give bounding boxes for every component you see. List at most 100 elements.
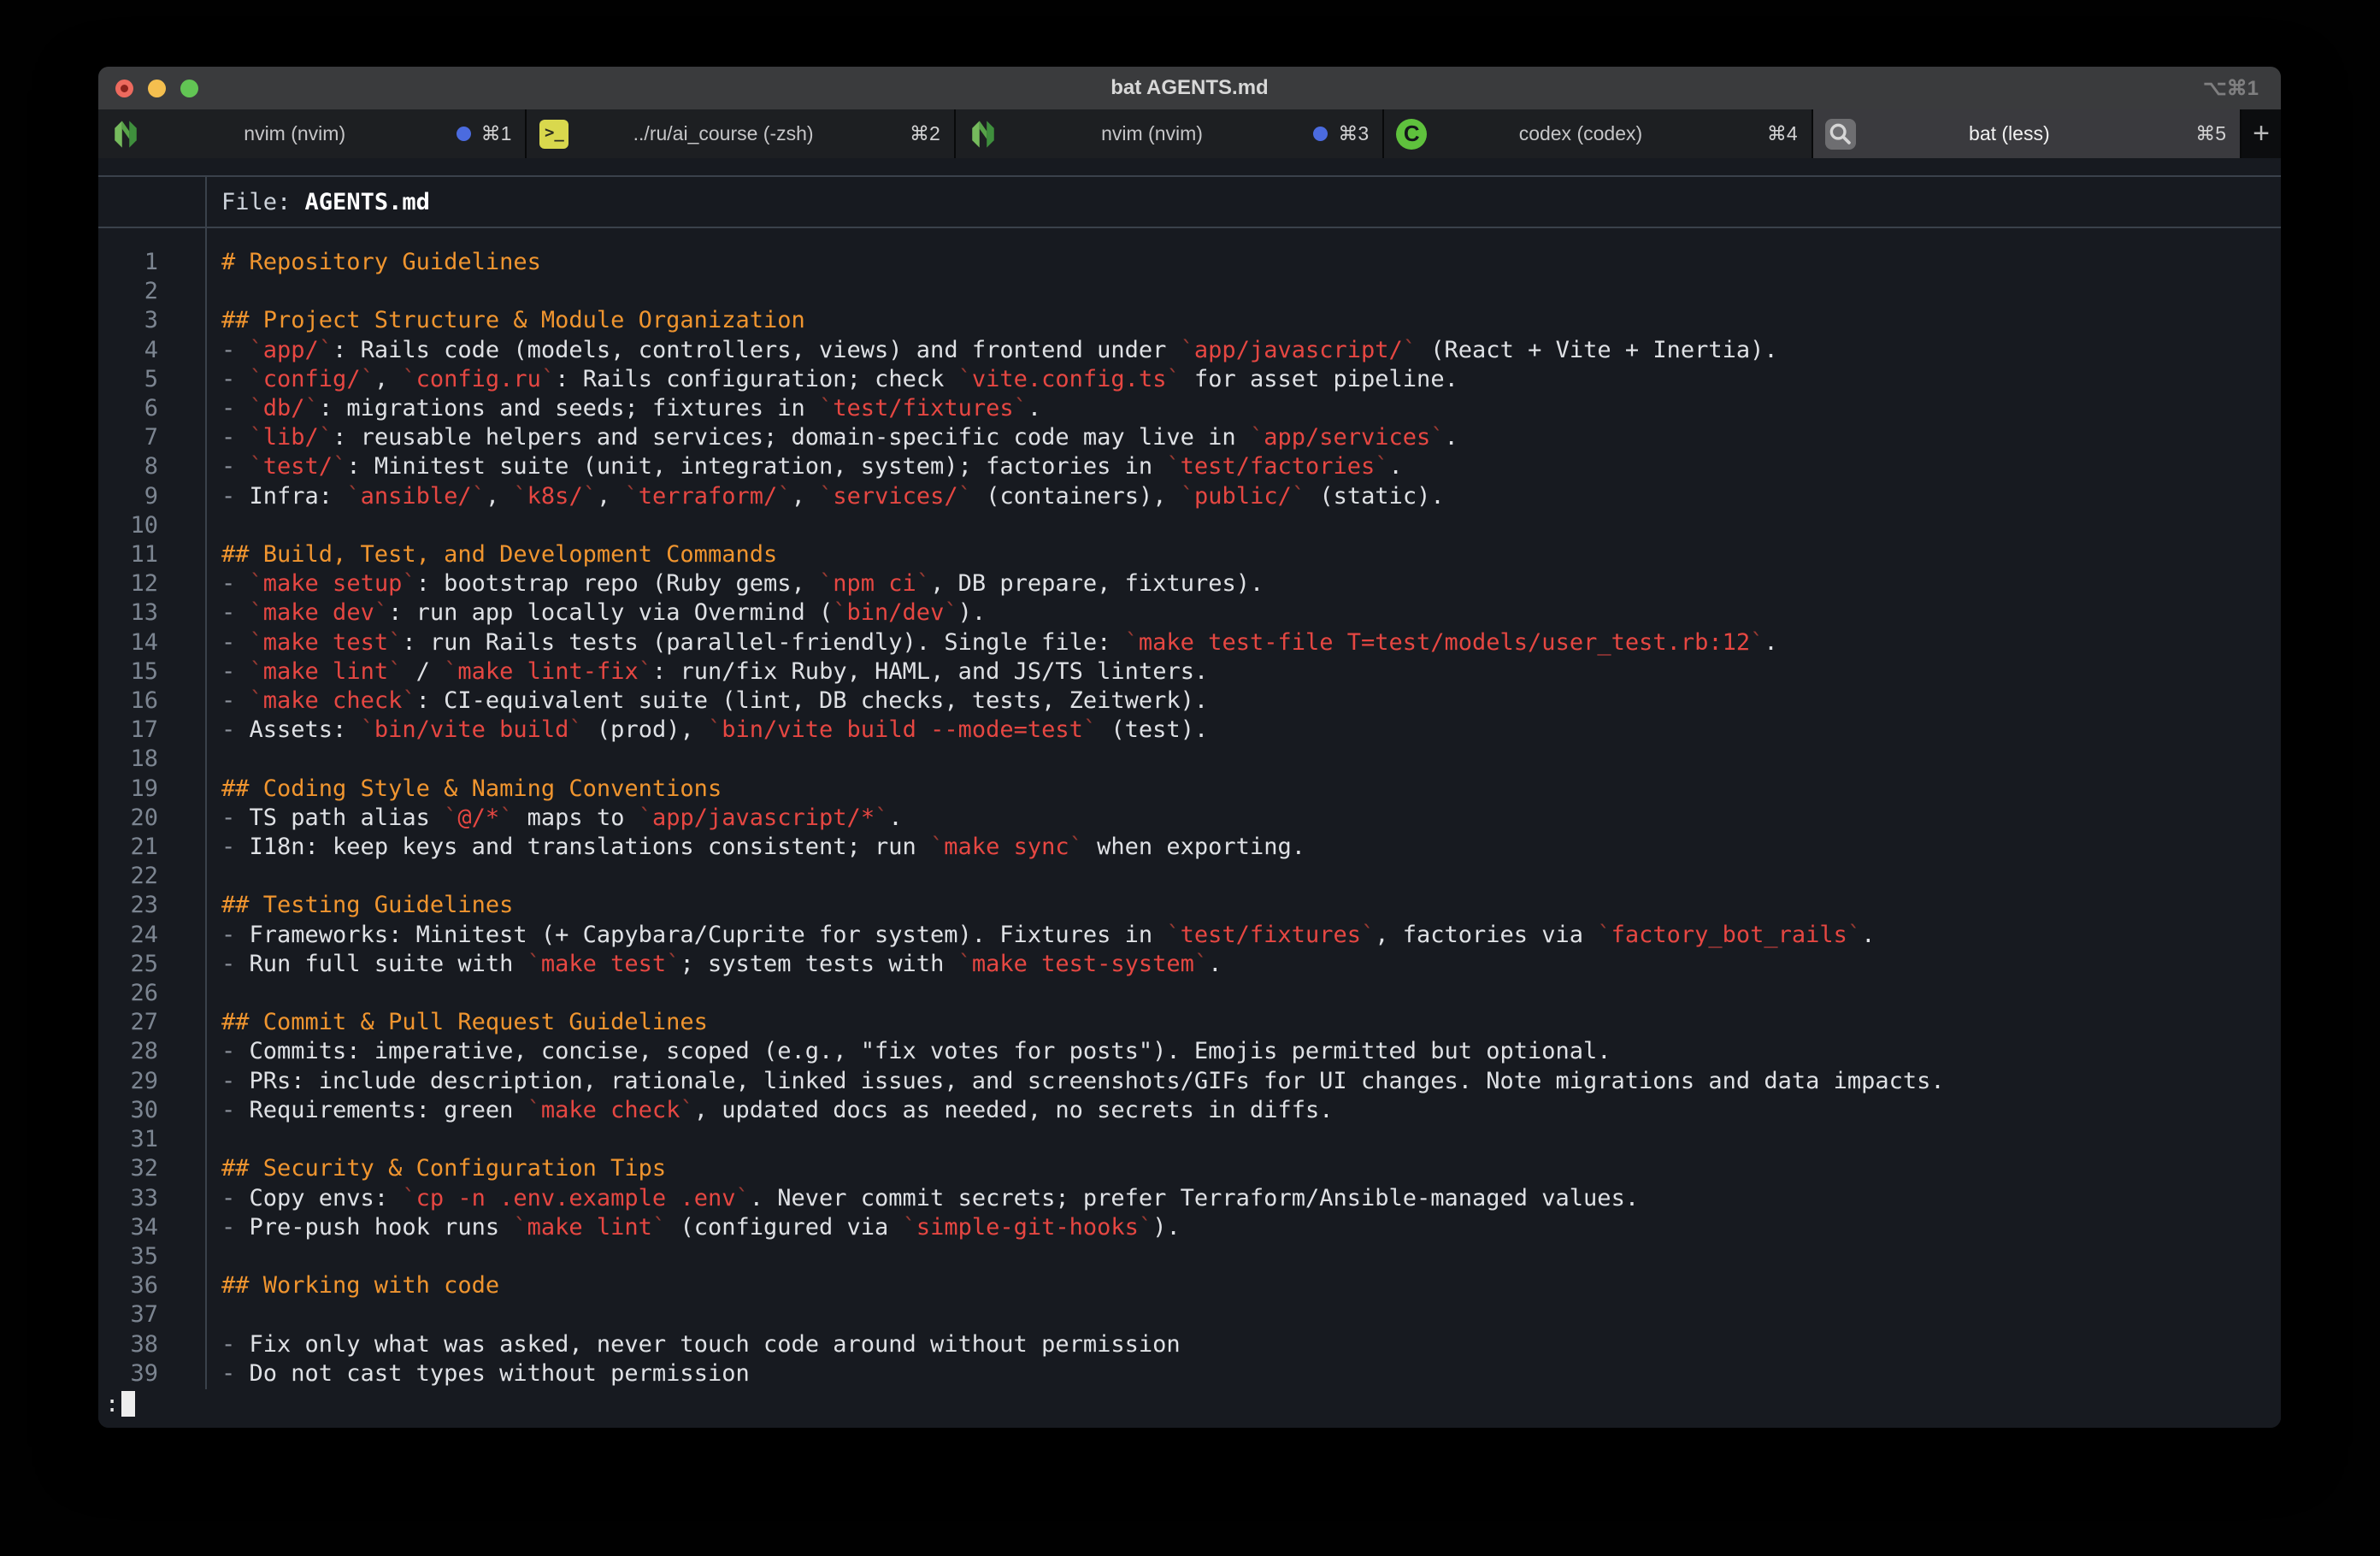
- line-number: 16: [98, 687, 158, 716]
- line-number: 33: [98, 1184, 158, 1213]
- text-cursor: [121, 1391, 135, 1417]
- close-button[interactable]: [115, 80, 133, 97]
- line-number: 19: [98, 775, 158, 804]
- line-number: 6: [98, 394, 158, 423]
- code-lines: 1 # Repository Guidelines 23 ## Project Str…: [98, 248, 2281, 1388]
- line-number: 5: [98, 365, 158, 394]
- terminal-icon: >_: [539, 119, 569, 150]
- tab-ru-ai-course-zsh[interactable]: >_../ru/ai_course (-zsh)⌘2: [527, 109, 955, 158]
- new-tab-button[interactable]: +: [2242, 109, 2281, 158]
- line-number: 12: [98, 569, 158, 598]
- code-line: 27## Commit & Pull Request Guidelines: [98, 1008, 2281, 1037]
- pager-prompt[interactable]: :: [105, 1389, 135, 1418]
- line-number: 28: [98, 1037, 158, 1066]
- line-text: - config/, config.ru: Rails configuratio…: [221, 365, 1458, 394]
- line-number: 4: [98, 336, 158, 365]
- line-number: 34: [98, 1213, 158, 1242]
- line-number: 18: [98, 745, 158, 774]
- line-number: 36: [98, 1271, 158, 1300]
- traffic-lights: [98, 80, 198, 97]
- window-shortcut-hint: ⌥⌘1: [2203, 76, 2259, 101]
- line-text: - make lint / make lint-fix: run/fix Rub…: [221, 657, 1208, 687]
- line-text: ## Security & Configuration Tips: [221, 1154, 666, 1183]
- title-bar[interactable]: bat AGENTS.md ⌥⌘1: [98, 67, 2281, 109]
- line-number: 31: [98, 1125, 158, 1154]
- line-text: - Run full suite with make test; system …: [221, 950, 1222, 979]
- code-line: 18: [98, 745, 2281, 774]
- code-line: 36 ## Working with code: [98, 1271, 2281, 1300]
- tab-shortcut: ⌘3: [1338, 122, 1369, 145]
- line-text: - Pre-push hook runs make lint (configur…: [221, 1213, 1181, 1242]
- tab-title: bat (less): [1865, 122, 2154, 145]
- line-number: 9: [98, 482, 158, 511]
- tab-title: nvim (nvim): [1007, 122, 1297, 145]
- line-text: # Repository Guidelines: [221, 248, 541, 277]
- line-number: 2: [98, 277, 158, 306]
- tab-title: codex (codex): [1435, 122, 1725, 145]
- tab-title: ../ru/ai_course (-zsh): [578, 122, 868, 145]
- activity-indicator-dot: [1313, 127, 1328, 141]
- line-text: - Fix only what was asked, never touch c…: [221, 1330, 1181, 1359]
- code-line: 25- Run full suite with make test; syste…: [98, 950, 2281, 979]
- line-number: 39: [98, 1359, 158, 1388]
- line-text: - Requirements: green make check, update…: [221, 1096, 1333, 1125]
- line-text: - db/: migrations and seeds; fixtures in…: [221, 394, 1041, 423]
- line-text: - Infra: ansible/, k8s/, terraform/, ser…: [221, 482, 1445, 511]
- line-number: 11: [98, 540, 158, 569]
- code-line: 35: [98, 1242, 2281, 1271]
- code-line: 15 - make lint / make lint-fix: run/fix R…: [98, 657, 2281, 687]
- line-text: - app/: Rails code (models, controllers,…: [221, 336, 1778, 365]
- line-number: 13: [98, 598, 158, 628]
- line-number: 21: [98, 833, 158, 862]
- code-line: 14- make test: run Rails tests (parallel…: [98, 628, 2281, 657]
- code-line: 34 - Pre-push hook runs make lint (config…: [98, 1213, 2281, 1242]
- zoom-button[interactable]: [180, 80, 198, 97]
- tab-codex-codex[interactable]: Ccodex (codex) ⌘4: [1384, 109, 1812, 158]
- tab-nvim-nvim[interactable]: nvim (nvim)⌘1: [98, 109, 527, 158]
- code-line: 37: [98, 1300, 2281, 1329]
- minimize-button[interactable]: [148, 80, 166, 97]
- line-number: 1: [98, 248, 158, 277]
- code-line: 22: [98, 862, 2281, 891]
- code-line: 29- PRs: include description, rationale,…: [98, 1067, 2281, 1096]
- tab-shortcut: ⌘4: [1767, 122, 1798, 145]
- line-text: - Commits: imperative, concise, scoped (…: [221, 1037, 1611, 1066]
- tab-bar: nvim (nvim)⌘1>_../ru/ai_course (-zsh)⌘2n…: [98, 109, 2281, 158]
- code-line: 9 - Infra: ansible/, k8s/, terraform/, se…: [98, 482, 2281, 511]
- line-text: - Do not cast types without permission: [221, 1359, 750, 1388]
- code-line: 38- Fix only what was asked, never touch…: [98, 1330, 2281, 1359]
- code-line: 1 # Repository Guidelines: [98, 248, 2281, 277]
- code-line: 17- Assets: bin/vite build (prod), bin/v…: [98, 716, 2281, 745]
- line-number: 3: [98, 306, 158, 335]
- line-text: ## Working with code: [221, 1271, 499, 1300]
- search-icon: [1825, 119, 1856, 150]
- tab-bat-less[interactable]: bat (less)⌘5: [1813, 109, 2242, 158]
- code-line: 7- lib/: reusable helpers and services; …: [98, 423, 2281, 452]
- code-line: 11## Build, Test, and Development Comman…: [98, 540, 2281, 569]
- line-number: 7: [98, 423, 158, 452]
- codex-icon: C: [1396, 119, 1427, 150]
- line-number: 8: [98, 452, 158, 481]
- line-text: - Frameworks: Minitest (+ Capybara/Cupri…: [221, 921, 1875, 950]
- terminal-content[interactable]: File: AGENTS.md 1# Repository Guidelines…: [98, 158, 2281, 1428]
- line-number: 14: [98, 628, 158, 657]
- line-number: 37: [98, 1300, 158, 1329]
- line-number: 26: [98, 979, 158, 1008]
- file-label: File:: [221, 189, 305, 215]
- code-line: 13- make dev: run app locally via Overmi…: [98, 598, 2281, 628]
- line-number: 29: [98, 1067, 158, 1096]
- line-number: 32: [98, 1154, 158, 1183]
- code-line: 6 - db/: migrations and seeds; fixtures i…: [98, 394, 2281, 423]
- line-text: ## Project Structure & Module Organizati…: [221, 306, 805, 335]
- code-line: 31: [98, 1125, 2281, 1154]
- code-line: 26: [98, 979, 2281, 1008]
- code-line: 4 - app/: Rails code (models, controllers…: [98, 336, 2281, 365]
- line-text: - TS path alias @/* maps to app/javascri…: [221, 804, 903, 833]
- line-number: 15: [98, 657, 158, 687]
- line-text: - make setup: bootstrap repo (Ruby gems,…: [221, 569, 1264, 598]
- code-line: 33- Copy envs: cp -n .env.example .env. …: [98, 1184, 2281, 1213]
- neovim-icon: [110, 119, 141, 150]
- line-text: - Assets: bin/vite build (prod), bin/vit…: [221, 716, 1208, 745]
- tab-nvim-nvim[interactable]: nvim (nvim) ⌘3: [956, 109, 1384, 158]
- line-text: ## Testing Guidelines: [221, 891, 513, 920]
